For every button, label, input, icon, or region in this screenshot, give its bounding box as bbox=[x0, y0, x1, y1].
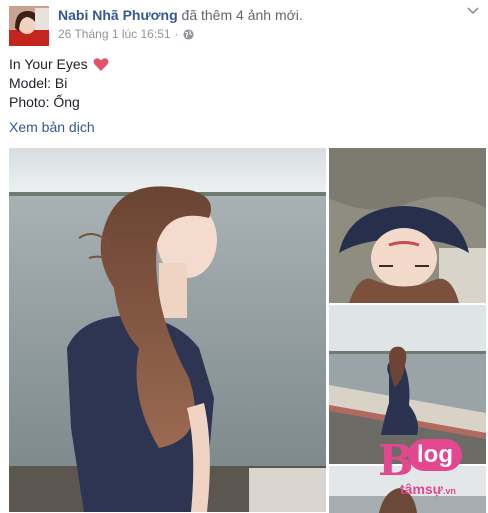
watermark-word: log bbox=[408, 439, 462, 471]
see-translation-link[interactable]: Xem bản dịch bbox=[9, 118, 95, 136]
author-name-link[interactable]: Nabi Nhã Phương bbox=[58, 7, 178, 23]
caption-line-title: In Your Eyes bbox=[9, 55, 109, 74]
avatar-image bbox=[9, 6, 49, 46]
post-caption: In Your Eyes Model: Bi Photo: Ống bbox=[9, 55, 109, 112]
timestamp-separator: · bbox=[174, 27, 179, 41]
post-timestamp-link[interactable]: 26 Tháng 1 lúc 16:51 bbox=[58, 26, 171, 42]
author-line: Nabi Nhã Phương đã thêm 4 ảnh mới. bbox=[58, 6, 303, 24]
caption-line-photo: Photo: Ống bbox=[9, 93, 109, 112]
watermark-sub-text: tâmsự bbox=[400, 481, 443, 497]
caption-line-model: Model: Bi bbox=[9, 74, 109, 93]
photo-main-image bbox=[9, 148, 326, 512]
author-avatar[interactable] bbox=[9, 6, 49, 46]
caption-photo: Photo: Ống bbox=[9, 94, 80, 110]
post-timestamp-row: 26 Tháng 1 lúc 16:51 · bbox=[58, 26, 194, 42]
globe-icon[interactable] bbox=[183, 28, 194, 40]
facebook-post: Nabi Nhã Phương đã thêm 4 ảnh mới. 26 Th… bbox=[0, 0, 488, 513]
blog-watermark-logo: B log tâmsự.vn bbox=[378, 437, 474, 503]
chevron-down-icon[interactable] bbox=[466, 6, 480, 16]
photo-top-right[interactable] bbox=[329, 148, 486, 303]
photo-top-right-image bbox=[329, 148, 486, 303]
heart-icon bbox=[93, 58, 109, 71]
watermark-sub: tâmsự.vn bbox=[400, 481, 456, 499]
caption-model: Model: Bi bbox=[9, 75, 68, 91]
photo-main[interactable] bbox=[9, 148, 326, 512]
caption-title: In Your Eyes bbox=[9, 56, 88, 72]
author-action-text: đã thêm 4 ảnh mới. bbox=[181, 7, 303, 23]
watermark-domain: .vn bbox=[442, 486, 456, 496]
